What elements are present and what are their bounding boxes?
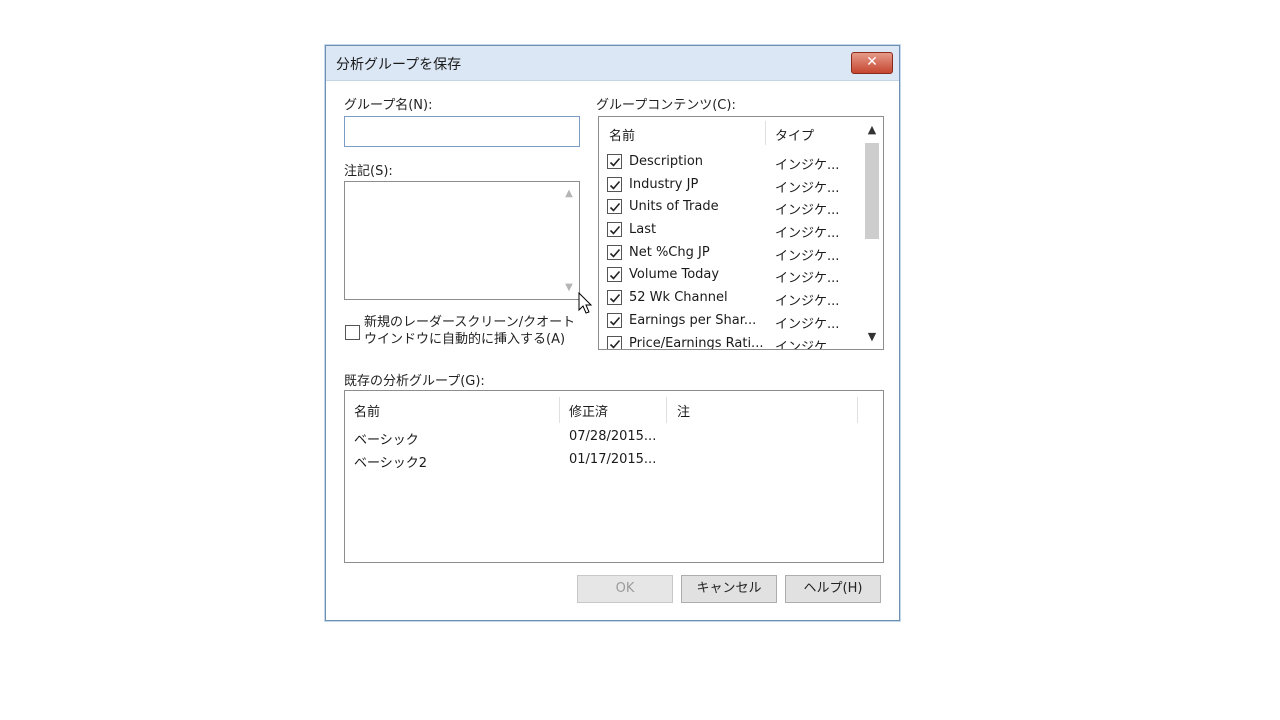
auto-insert-label-line1: 新規のレーダースクリーン/クオート (364, 315, 576, 330)
check-icon (609, 248, 621, 258)
modified-cell: 01/17/2015... (569, 452, 657, 467)
item-name: Volume Today (629, 267, 720, 283)
cancel-button[interactable]: キャンセル (681, 575, 777, 603)
group-contents-list[interactable]: 名前 タイプ Description インジケ... Industry JP インジ… (598, 116, 884, 350)
item-checkbox[interactable] (607, 199, 622, 215)
group-name-cell: ベーシック (354, 433, 419, 448)
table-row[interactable]: ベーシック2 01/17/2015... (345, 452, 883, 474)
item-checkbox[interactable] (607, 312, 622, 328)
list-item[interactable]: Last インジケ... (599, 219, 859, 242)
list-item[interactable]: Description インジケ... (599, 151, 859, 174)
check-icon (609, 271, 621, 281)
item-type: インジケ... (775, 180, 840, 196)
item-type: インジケ... (775, 271, 840, 287)
group-name-label: グループ名(N): (344, 98, 433, 113)
memo-label: 注記(S): (344, 164, 393, 179)
ok-button[interactable]: OK (577, 575, 673, 603)
list-item[interactable]: Earnings per Shar... インジケ... (599, 310, 859, 333)
dialog-title: 分析グループを保存 (336, 57, 462, 73)
item-name: Last (629, 222, 657, 238)
auto-insert-label-line2: ウインドウに自動的に挿入する(A) (364, 332, 566, 347)
item-type: インジケ... (775, 316, 840, 332)
list-item[interactable]: Net %Chg JP インジケ... (599, 242, 859, 265)
list-item[interactable]: Industry JP インジケ... (599, 174, 859, 197)
existing-groups-header: 名前 修正済 注 (345, 391, 883, 425)
column-divider[interactable] (559, 397, 560, 423)
item-checkbox[interactable] (607, 222, 622, 238)
list-item[interactable]: Price/Earnings Rati... インジケ... (599, 333, 859, 350)
mouse-cursor-icon (578, 292, 593, 314)
item-type: インジケ... (775, 339, 840, 350)
check-icon (609, 316, 621, 326)
item-checkbox[interactable] (607, 290, 622, 306)
group-contents-label: グループコンテンツ(C): (596, 98, 736, 113)
check-icon (609, 339, 621, 349)
item-name: Net %Chg JP (629, 244, 710, 260)
item-checkbox[interactable] (607, 335, 622, 349)
column-header-note[interactable]: 注 (677, 401, 690, 420)
chevron-up-icon[interactable]: ▲ (563, 188, 575, 199)
item-checkbox[interactable] (607, 267, 622, 283)
column-header-name[interactable]: 名前 (354, 401, 380, 420)
item-type: インジケ... (775, 294, 840, 310)
item-type: インジケ... (775, 203, 840, 219)
check-icon (609, 157, 621, 167)
auto-insert-checkbox[interactable] (345, 325, 360, 340)
column-divider[interactable] (765, 121, 766, 145)
item-name: Description (629, 154, 704, 169)
modified-cell: 07/28/2015... (569, 429, 657, 444)
group-contents-rows: Description インジケ... Industry JP インジケ... Un… (599, 151, 859, 350)
column-header-name[interactable]: 名前 (609, 125, 635, 144)
chevron-down-icon[interactable]: ▼ (563, 282, 575, 293)
help-button[interactable]: ヘルプ(H) (785, 575, 881, 603)
item-name: Industry JP (629, 176, 699, 192)
existing-groups-label: 既存の分析グループ(G): (344, 374, 485, 389)
item-checkbox[interactable] (607, 176, 622, 192)
item-checkbox[interactable] (607, 154, 622, 169)
auto-insert-label: 新規のレーダースクリーン/クオート ウインドウに自動的に挿入する(A) (364, 314, 575, 348)
title-bar[interactable]: 分析グループを保存 ✕ (326, 46, 899, 81)
item-name: Units of Trade (629, 199, 719, 215)
chevron-down-icon[interactable]: ▼ (861, 330, 883, 343)
check-icon (609, 294, 621, 303)
list-item[interactable]: Volume Today インジケ... (599, 264, 859, 287)
column-header-type[interactable]: タイプ (775, 125, 814, 144)
close-icon: ✕ (866, 54, 878, 70)
scrollbar-thumb[interactable] (865, 143, 879, 239)
memo-textarea[interactable]: ▲ ▼ (344, 181, 580, 300)
group-name-input[interactable] (344, 116, 580, 147)
group-contents-header: 名前 タイプ (599, 117, 859, 149)
item-type: インジケ... (775, 158, 840, 173)
memo-scrollbar[interactable]: ▲ ▼ (563, 188, 575, 293)
list-item[interactable]: Units of Trade インジケ... (599, 196, 859, 219)
item-checkbox[interactable] (607, 244, 622, 260)
item-name: 52 Wk Channel (629, 290, 728, 306)
item-name: Price/Earnings Rati... (629, 335, 764, 350)
item-type: インジケ... (775, 226, 840, 242)
table-row[interactable]: ベーシック 07/28/2015... (345, 429, 883, 451)
check-icon (609, 226, 621, 235)
group-name-cell: ベーシック2 (354, 456, 428, 471)
check-icon (609, 180, 621, 190)
list-item[interactable]: 52 Wk Channel インジケ... (599, 287, 859, 310)
column-header-modified[interactable]: 修正済 (569, 401, 608, 420)
existing-groups-list[interactable]: 名前 修正済 注 ベーシック 07/28/2015... ベーシック2 01/1… (344, 390, 884, 563)
item-type: インジケ... (775, 248, 840, 264)
group-contents-scrollbar[interactable]: ▲ ▼ (861, 117, 883, 349)
column-divider[interactable] (666, 397, 667, 423)
item-name: Earnings per Shar... (629, 312, 757, 328)
column-divider[interactable] (857, 397, 858, 423)
close-button[interactable]: ✕ (851, 52, 893, 74)
chevron-up-icon[interactable]: ▲ (861, 123, 883, 136)
check-icon (609, 203, 621, 213)
